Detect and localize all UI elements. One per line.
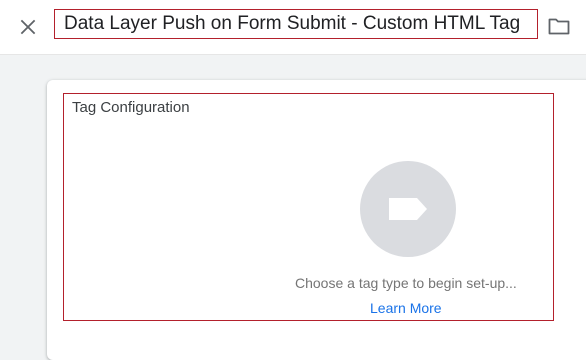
header-bar: Data Layer Push on Form Submit - Custom … <box>0 0 586 55</box>
tag-icon <box>389 198 427 220</box>
tag-type-hint: Choose a tag type to begin set-up... <box>295 275 517 291</box>
close-icon <box>20 19 36 35</box>
choose-tag-type-button[interactable] <box>360 161 456 257</box>
tag-configuration-heading: Tag Configuration <box>72 99 190 116</box>
tag-configuration-section[interactable]: Tag Configuration Choose a tag type to b… <box>63 93 554 321</box>
folder-icon <box>548 18 570 35</box>
tag-name-field[interactable]: Data Layer Push on Form Submit - Custom … <box>54 9 538 39</box>
folder-button[interactable] <box>546 13 572 39</box>
close-button[interactable] <box>14 13 42 41</box>
tag-name-text: Data Layer Push on Form Submit - Custom … <box>64 13 521 34</box>
learn-more-link[interactable]: Learn More <box>370 300 442 316</box>
